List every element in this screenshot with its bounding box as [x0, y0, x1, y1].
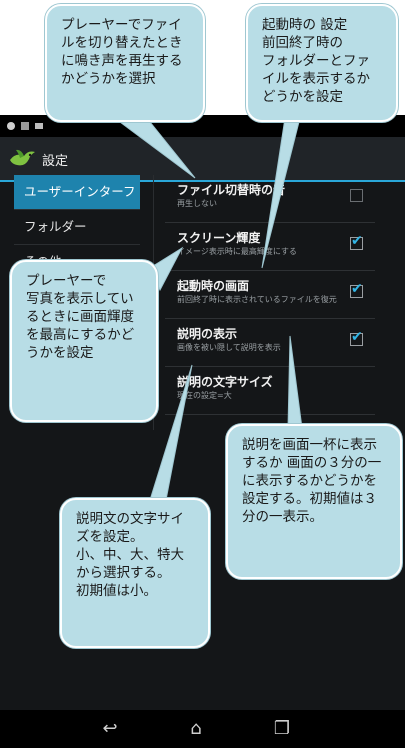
- checkmark-icon: ✔: [351, 281, 363, 297]
- checkmark-icon: ✔: [351, 233, 363, 249]
- setting-show-description[interactable]: 説明の表示 画像を被い隠して説明を表示 ✔: [165, 319, 375, 367]
- setting-screen-brightness[interactable]: スクリーン輝度 イメージ表示時に最高輝度にする ✔: [165, 223, 375, 271]
- setting-title: 起動時の画面: [177, 279, 250, 293]
- setting-title: 説明の文字サイズ: [177, 375, 273, 389]
- status-icon-b: [21, 122, 29, 130]
- setting-title: 説明の表示: [177, 327, 238, 341]
- startup-screen-checkbox[interactable]: ✔: [350, 281, 363, 298]
- status-icon-a: [7, 122, 15, 130]
- status-icon-c: [35, 123, 43, 129]
- setting-subtitle: 再生しない: [177, 199, 217, 208]
- callout-text: 説明文の文字サイズを設定。 小、中、大、特大から選択する。 初期値は小。: [76, 511, 184, 599]
- callout-file-switch: プレーヤーでファイルを切り替えたときに鳴き声を再生するかどうかを選択: [45, 4, 205, 122]
- setting-subtitle: 前回終了時に表示されているファイルを復元: [177, 295, 337, 304]
- callout-text: 説明を画面一杯に表示するか 画面の３分の一に表示するかどうかを設定する。初期値は…: [242, 437, 382, 525]
- settings-list: ファイル切替時の音 再生しない スクリーン輝度 イメージ表示時に最高輝度にする …: [165, 175, 375, 415]
- checkmark-icon: ✔: [351, 329, 363, 345]
- setting-description-font-size[interactable]: 説明の文字サイズ 現在の設定=大: [165, 367, 375, 415]
- callout-description-display: 説明を画面一杯に表示するか 画面の３分の一に表示するかどうかを設定する。初期値は…: [226, 424, 402, 579]
- back-icon[interactable]: ↩: [96, 718, 124, 740]
- callout-font-size: 説明文の文字サイズを設定。 小、中、大、特大から選択する。 初期値は小。: [60, 498, 210, 648]
- setting-title: スクリーン輝度: [177, 231, 261, 245]
- setting-subtitle: 画像を被い隠して説明を表示: [177, 343, 281, 352]
- navigation-bar: ↩ ⌂ ❐: [0, 710, 405, 748]
- callout-startup: 起動時の 設定 前回終了時の フォルダーとファイルを表示するかどうかを設定: [246, 4, 398, 122]
- setting-subtitle: 現在の設定=大: [177, 391, 232, 400]
- home-icon[interactable]: ⌂: [182, 718, 210, 740]
- sidebar-item-user-interface[interactable]: ユーザーインターフ: [14, 175, 140, 210]
- setting-subtitle: イメージ表示時に最高輝度にする: [177, 247, 297, 256]
- callout-brightness: プレーヤーで 写真を表示しているときに画面輝度を最高にするかどうかを設定: [10, 260, 158, 422]
- sidebar-item-folder[interactable]: フォルダー: [14, 210, 140, 245]
- app-title: 設定: [42, 154, 69, 169]
- setting-file-switch-sound[interactable]: ファイル切替時の音 再生しない: [165, 175, 375, 223]
- show-description-checkbox[interactable]: ✔: [350, 329, 363, 346]
- file-switch-sound-checkbox[interactable]: [350, 189, 363, 202]
- recents-icon[interactable]: ❐: [268, 718, 296, 740]
- callout-text: プレーヤーでファイルを切り替えたときに鳴き声を再生するかどうかを選択: [61, 17, 183, 87]
- setting-startup-screen[interactable]: 起動時の画面 前回終了時に表示されているファイルを復元 ✔: [165, 271, 375, 319]
- bird-icon[interactable]: [8, 146, 38, 170]
- screen-brightness-checkbox[interactable]: ✔: [350, 233, 363, 250]
- setting-title: ファイル切替時の音: [177, 183, 286, 197]
- callout-text: プレーヤーで 写真を表示しているときに画面輝度を最高にするかどうかを設定: [26, 273, 135, 361]
- callout-text: 起動時の 設定 前回終了時の フォルダーとファイルを表示するかどうかを設定: [262, 17, 370, 105]
